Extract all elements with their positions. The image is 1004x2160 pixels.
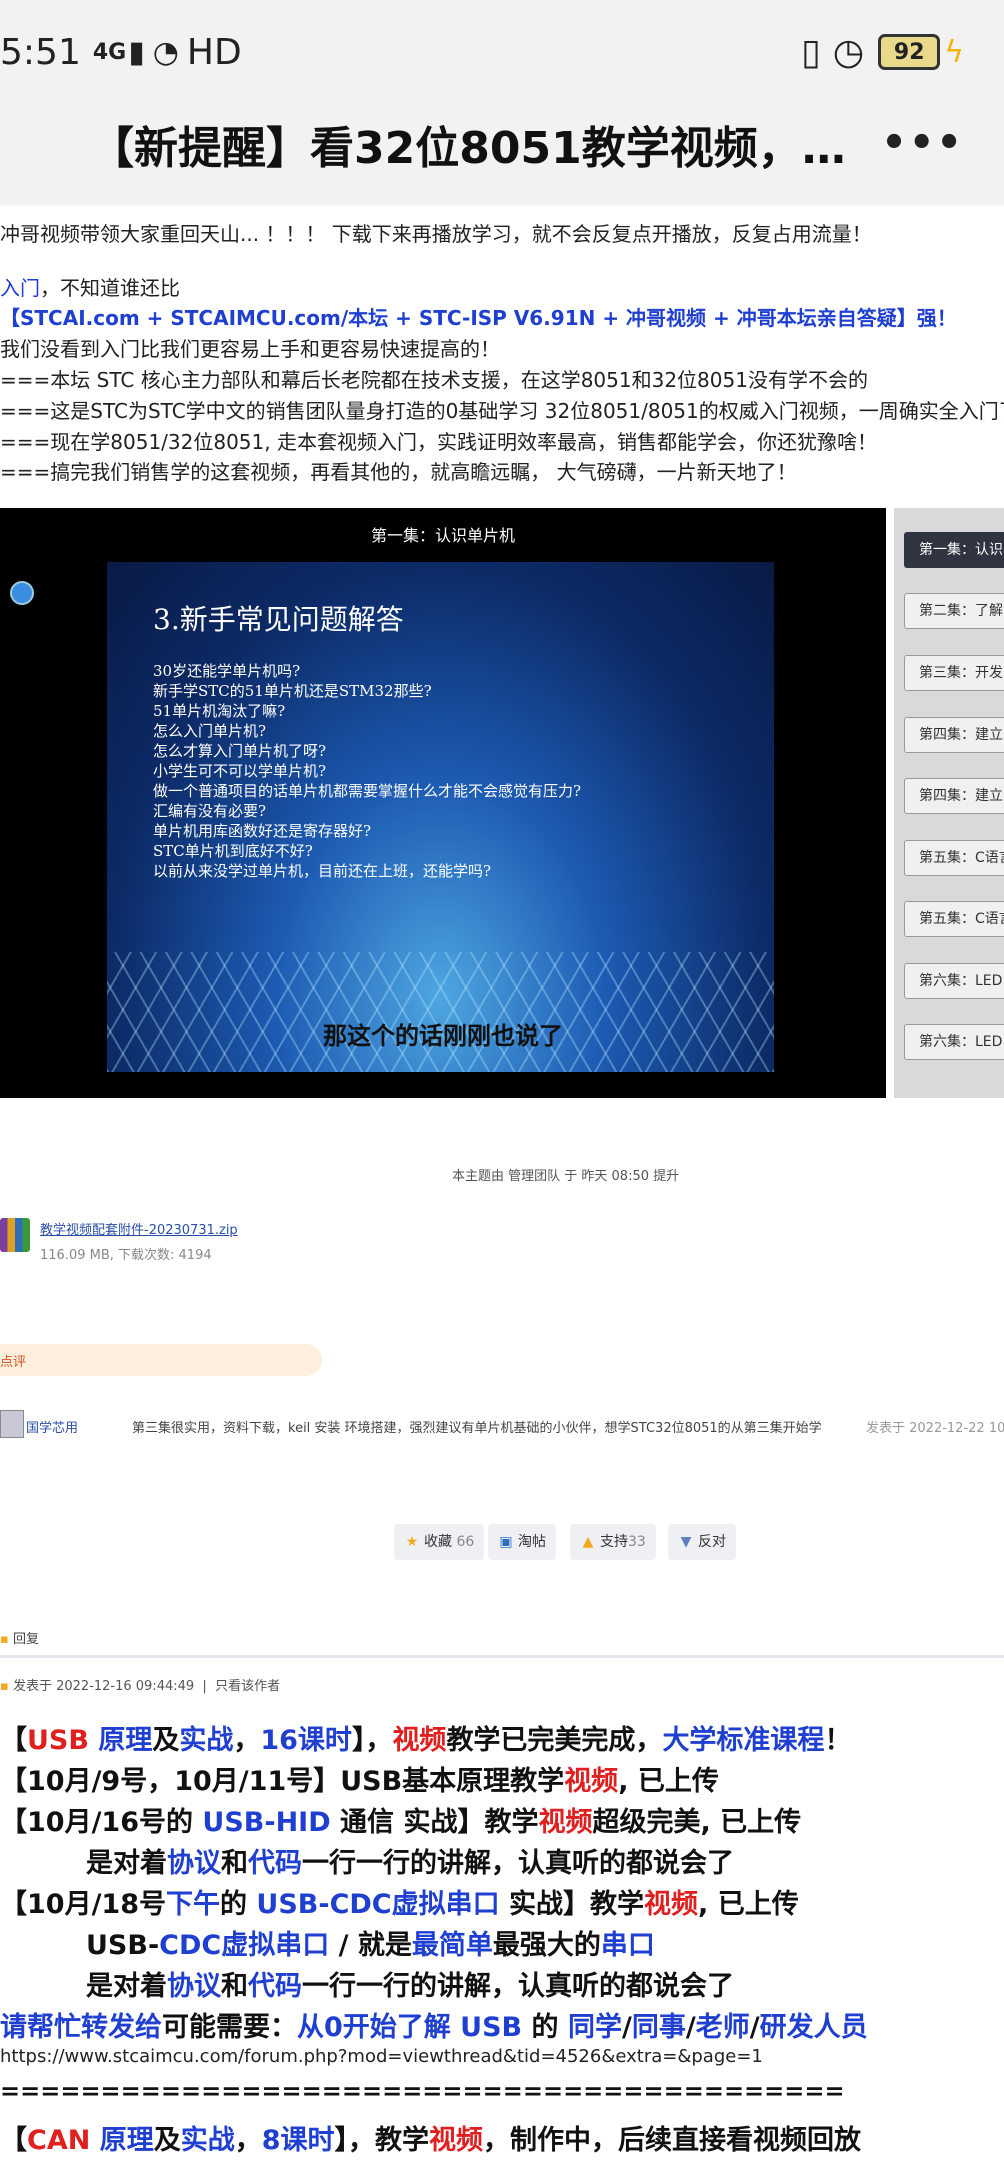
video-subtitle: 那这个的话刚刚也说了 — [323, 1022, 563, 1050]
intro-line: ===这是STC为STC学中文的销售团队量身打造的0基础学习 32位8051/8… — [0, 399, 1004, 423]
slide-title: 3.新手常见问题解答 — [153, 603, 404, 636]
reply-icon: ▪ — [0, 1632, 9, 1647]
wifi-icon: ◔ — [152, 34, 179, 70]
playlist-item[interactable]: 第四集：建立 — [904, 717, 1004, 753]
slide-question: 怎么入门单片机? — [153, 722, 267, 740]
battery-icon: 92 — [878, 34, 941, 70]
signal-bars-icon: ▮ — [128, 34, 145, 70]
post-line: 【CAN 原理及实战，8课时】，教学视频，制作中，后续直接看视频回放 — [0, 2125, 862, 2156]
slide-question: 单片机用库函数好还是寄存器好? — [153, 822, 372, 840]
intro-line: 我们没看到入门比我们更容易上手和更容易快速提高的！ — [0, 337, 500, 361]
post-line: 是对着协议和代码一行一行的讲解，认真听的都说会了 — [86, 1971, 734, 2002]
clock: 5:51 — [0, 31, 81, 73]
charging-icon: ϟ — [944, 34, 964, 70]
playlist-item[interactable]: 第三集：开发 — [904, 655, 1004, 691]
intro-line: 入门，不知道谁还比 — [0, 276, 180, 300]
intro-line: 冲哥视频带领大家重回天山... ！！！ 下载下来再播放学习，就不会反复点开播放，… — [0, 222, 872, 246]
playlist-item[interactable]: 第六集：LED — [904, 963, 1004, 999]
review-label: 点评 — [0, 1355, 27, 1370]
slide-question: 51单片机淘汰了嘛? — [153, 702, 286, 720]
post-url-link[interactable]: https://www.stcaimcu.com/forum.php?mod=v… — [0, 2046, 763, 2067]
more-menu-icon[interactable]: ••• — [881, 120, 964, 166]
bookmark-icon: ▣ — [499, 1534, 513, 1550]
post-line: 请帮忙转发给可能需要：从0开始了解 USB 的 同学/同事/老师/研发人员 — [0, 2012, 868, 2043]
post-line: 【USB 原理及实战，16课时】，视频教学已完美完成，大学标准课程！ — [0, 1725, 852, 1756]
post-line: 是对着协议和代码一行一行的讲解，认真听的都说会了 — [86, 1848, 734, 1879]
slide-question: 以前从来没学过单片机，目前还在上班，还能学吗? — [153, 862, 492, 880]
review-user[interactable]: 国学芯用 — [26, 1417, 78, 1436]
slide-background — [107, 952, 774, 1072]
divider — [0, 1655, 1004, 1658]
thumbs-up-icon: ▲ — [582, 1534, 594, 1550]
attachment-meta: 116.09 MB, 下载次数: 4194 — [40, 1248, 212, 1263]
vibrate-icon: ▯ — [800, 31, 821, 73]
star-icon: ★ — [405, 1534, 419, 1550]
playlist-item[interactable]: 第四集：建立 — [904, 778, 1004, 814]
review-time: 发表于 2022-12-22 10:0 — [866, 1421, 1004, 1436]
intro-line: 【STCAI.com + STCAIMCU.com/本坛 + STC-ISP V… — [0, 306, 957, 330]
boost-notice: 本主题由 管理团队 于 昨天 08:50 提升 — [452, 1169, 680, 1184]
taotie-button[interactable]: ▣ 淘帖 — [488, 1524, 556, 1560]
post-line: 【10月/9号，10月/11号】USB基本原理教学视频, 已上传 — [0, 1766, 719, 1797]
post-line: USB-CDC虚拟串口 / 就是最简单最强大的串口 — [86, 1930, 655, 1961]
oppose-button[interactable]: ▼ 反对 — [668, 1524, 736, 1560]
favorite-button[interactable]: ★ 收藏 66 — [394, 1524, 485, 1560]
zip-file-icon — [0, 1218, 30, 1252]
hd-label: HD — [186, 31, 242, 73]
slide-question: 汇编有没有必要? — [153, 802, 267, 820]
support-button[interactable]: ▲ 支持33 — [570, 1524, 656, 1560]
slide-question: 小学生可不可以学单片机? — [153, 762, 327, 780]
intro-line: ===本坛 STC 核心主力部队和幕后长老院都在技术支援，在这学8051和32位… — [0, 368, 868, 392]
intro-line: ===现在学8051/32位8051, 走本套视频入门，实践证明效率最高，销售都… — [0, 430, 877, 454]
user-icon: ▪ — [0, 1679, 9, 1694]
video-title: 第一集：认识单片机 — [370, 526, 515, 545]
playlist-item[interactable]: 第一集：认识单片机 — [904, 532, 1004, 568]
post-separator: ========================================… — [0, 2077, 845, 2105]
playlist-item[interactable]: 第六集：LED — [904, 1024, 1004, 1060]
slide-question: 30岁还能学单片机吗? — [153, 662, 301, 680]
alarm-icon: ◷ — [832, 31, 865, 73]
avatar[interactable] — [0, 1410, 24, 1438]
video-indicator-icon — [10, 581, 34, 605]
thumbs-down-icon: ▼ — [680, 1534, 692, 1550]
playlist-item[interactable]: 第五集：C语言 — [904, 840, 1004, 876]
status-bar-left: 5:51 4G ▮ ◔ HD — [0, 24, 242, 80]
post-line: 【10月/18号下午的 USB-CDC虚拟串口 实战】教学视频, 已上传 — [0, 1889, 799, 1920]
signal-icon: 4G — [92, 39, 127, 65]
playlist-item[interactable]: 第五集：C语言 — [904, 901, 1004, 937]
slide-question: STC单片机到底好不好? — [153, 842, 313, 860]
status-bar-right: ▯ ◷ 92 ϟ — [801, 24, 964, 80]
slide-question: 新手学STC的51单片机还是STM32那些? — [153, 682, 432, 700]
playlist-item[interactable]: 第二集：了解 — [904, 593, 1004, 629]
episode-playlist[interactable]: 第一集：认识单片机 第二集：了解 第三集：开发 第四集：建立 第四集：建立 第五… — [894, 508, 1004, 1098]
intro-link[interactable]: 入门 — [0, 276, 40, 300]
attachment-link[interactable]: 教学视频配套附件-20230731.zip — [40, 1219, 238, 1238]
video-player[interactable]: 第一集：认识单片机 3.新手常见问题解答 30岁还能学单片机吗? 新手学STC的… — [0, 508, 886, 1098]
slide-question: 怎么才算入门单片机了呀? — [153, 742, 327, 760]
intro-line: ===搞完我们销售学的这套视频，再看其他的，就高瞻远瞩， 大气磅礴，一片新天地了… — [0, 460, 797, 484]
page-title: 【新提醒】看32位8051教学视频，… — [90, 123, 846, 174]
post-meta: ▪ 发表于 2022-12-16 09:44:49 | 只看该作者 — [0, 1679, 281, 1694]
slide-question: 做一个普通项目的话单片机都需要掌握什么才能不会感觉有压力? — [153, 782, 582, 800]
video-slide: 3.新手常见问题解答 30岁还能学单片机吗? 新手学STC的51单片机还是STM… — [107, 562, 774, 1072]
review-text: 第三集很实用，资料下载，keil 安装 环境搭建，强烈建议有单片机基础的小伙伴，… — [132, 1421, 822, 1436]
review-tab[interactable]: 点评 — [0, 1344, 322, 1376]
reply-button[interactable]: ▪ 回复 — [0, 1628, 39, 1647]
post-line: 【10月/16号的 USB-HID 通信 实战】教学视频超级完美, 已上传 — [0, 1807, 802, 1838]
author-only-link[interactable]: 只看该作者 — [215, 1679, 280, 1694]
